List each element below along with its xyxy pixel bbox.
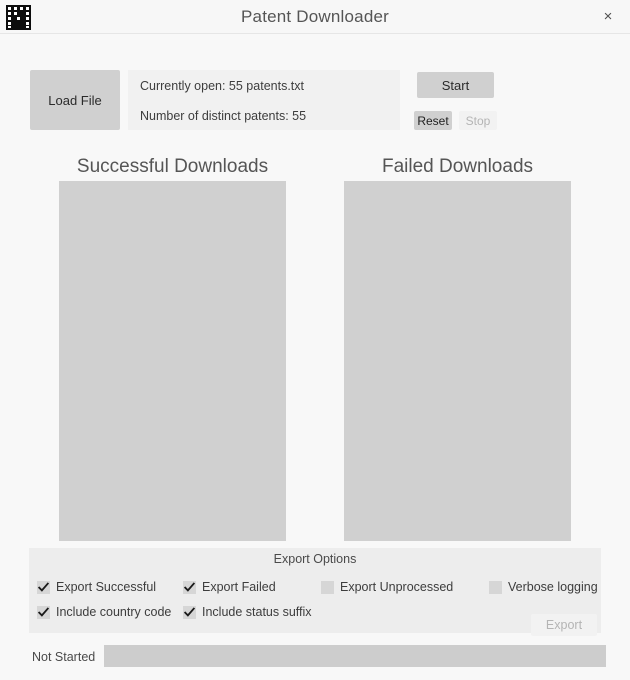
successful-downloads-list[interactable] xyxy=(59,181,286,541)
window-title: Patent Downloader xyxy=(241,7,389,26)
checkbox-box-include-country-code xyxy=(37,605,50,619)
export-button: Export xyxy=(531,614,597,636)
checkbox-box-verbose-logging xyxy=(489,580,502,594)
file-info-panel: Currently open: 55 patents.txt Number of… xyxy=(128,70,400,130)
checkbox-label-export-failed: Export Failed xyxy=(202,580,276,594)
export-options-title: Export Options xyxy=(273,552,357,566)
failed-downloads-list[interactable] xyxy=(344,181,571,541)
checkbox-export-unprocessed[interactable]: Export Unprocessed xyxy=(321,578,453,596)
checkbox-export-failed[interactable]: Export Failed xyxy=(183,578,276,596)
status-label: Not Started xyxy=(32,650,96,664)
start-button[interactable]: Start xyxy=(417,72,494,98)
failed-downloads-heading: Failed Downloads xyxy=(381,156,534,177)
checkbox-box-export-unprocessed xyxy=(321,580,334,594)
checkbox-label-export-successful: Export Successful xyxy=(56,580,157,594)
title-bar: Patent Downloader × xyxy=(0,0,630,34)
checkbox-box-export-failed xyxy=(183,580,196,594)
checkbox-include-country-code[interactable]: Include country code xyxy=(37,603,171,621)
currently-open-label: Currently open: 55 patents.txt xyxy=(140,79,304,93)
successful-downloads-heading: Successful Downloads xyxy=(76,156,269,177)
checkbox-label-include-country-code: Include country code xyxy=(56,605,172,619)
reset-button[interactable]: Reset xyxy=(414,111,452,130)
checkbox-label-verbose-logging: Verbose logging xyxy=(508,580,598,594)
checkbox-export-successful[interactable]: Export Successful xyxy=(37,578,156,596)
checkbox-verbose-logging[interactable]: Verbose logging xyxy=(489,578,598,596)
checkbox-label-include-status-suffix: Include status suffix xyxy=(202,605,312,619)
close-icon[interactable]: × xyxy=(586,0,630,33)
stop-button: Stop xyxy=(459,111,497,130)
checkbox-label-export-unprocessed: Export Unprocessed xyxy=(340,580,454,594)
checkbox-include-status-suffix[interactable]: Include status suffix xyxy=(183,603,312,621)
checkbox-box-export-successful xyxy=(37,580,50,594)
load-file-button[interactable]: Load File xyxy=(30,70,120,130)
progress-bar xyxy=(104,645,606,667)
distinct-patents-label: Number of distinct patents: 55 xyxy=(140,109,307,123)
checkbox-box-include-status-suffix xyxy=(183,605,196,619)
